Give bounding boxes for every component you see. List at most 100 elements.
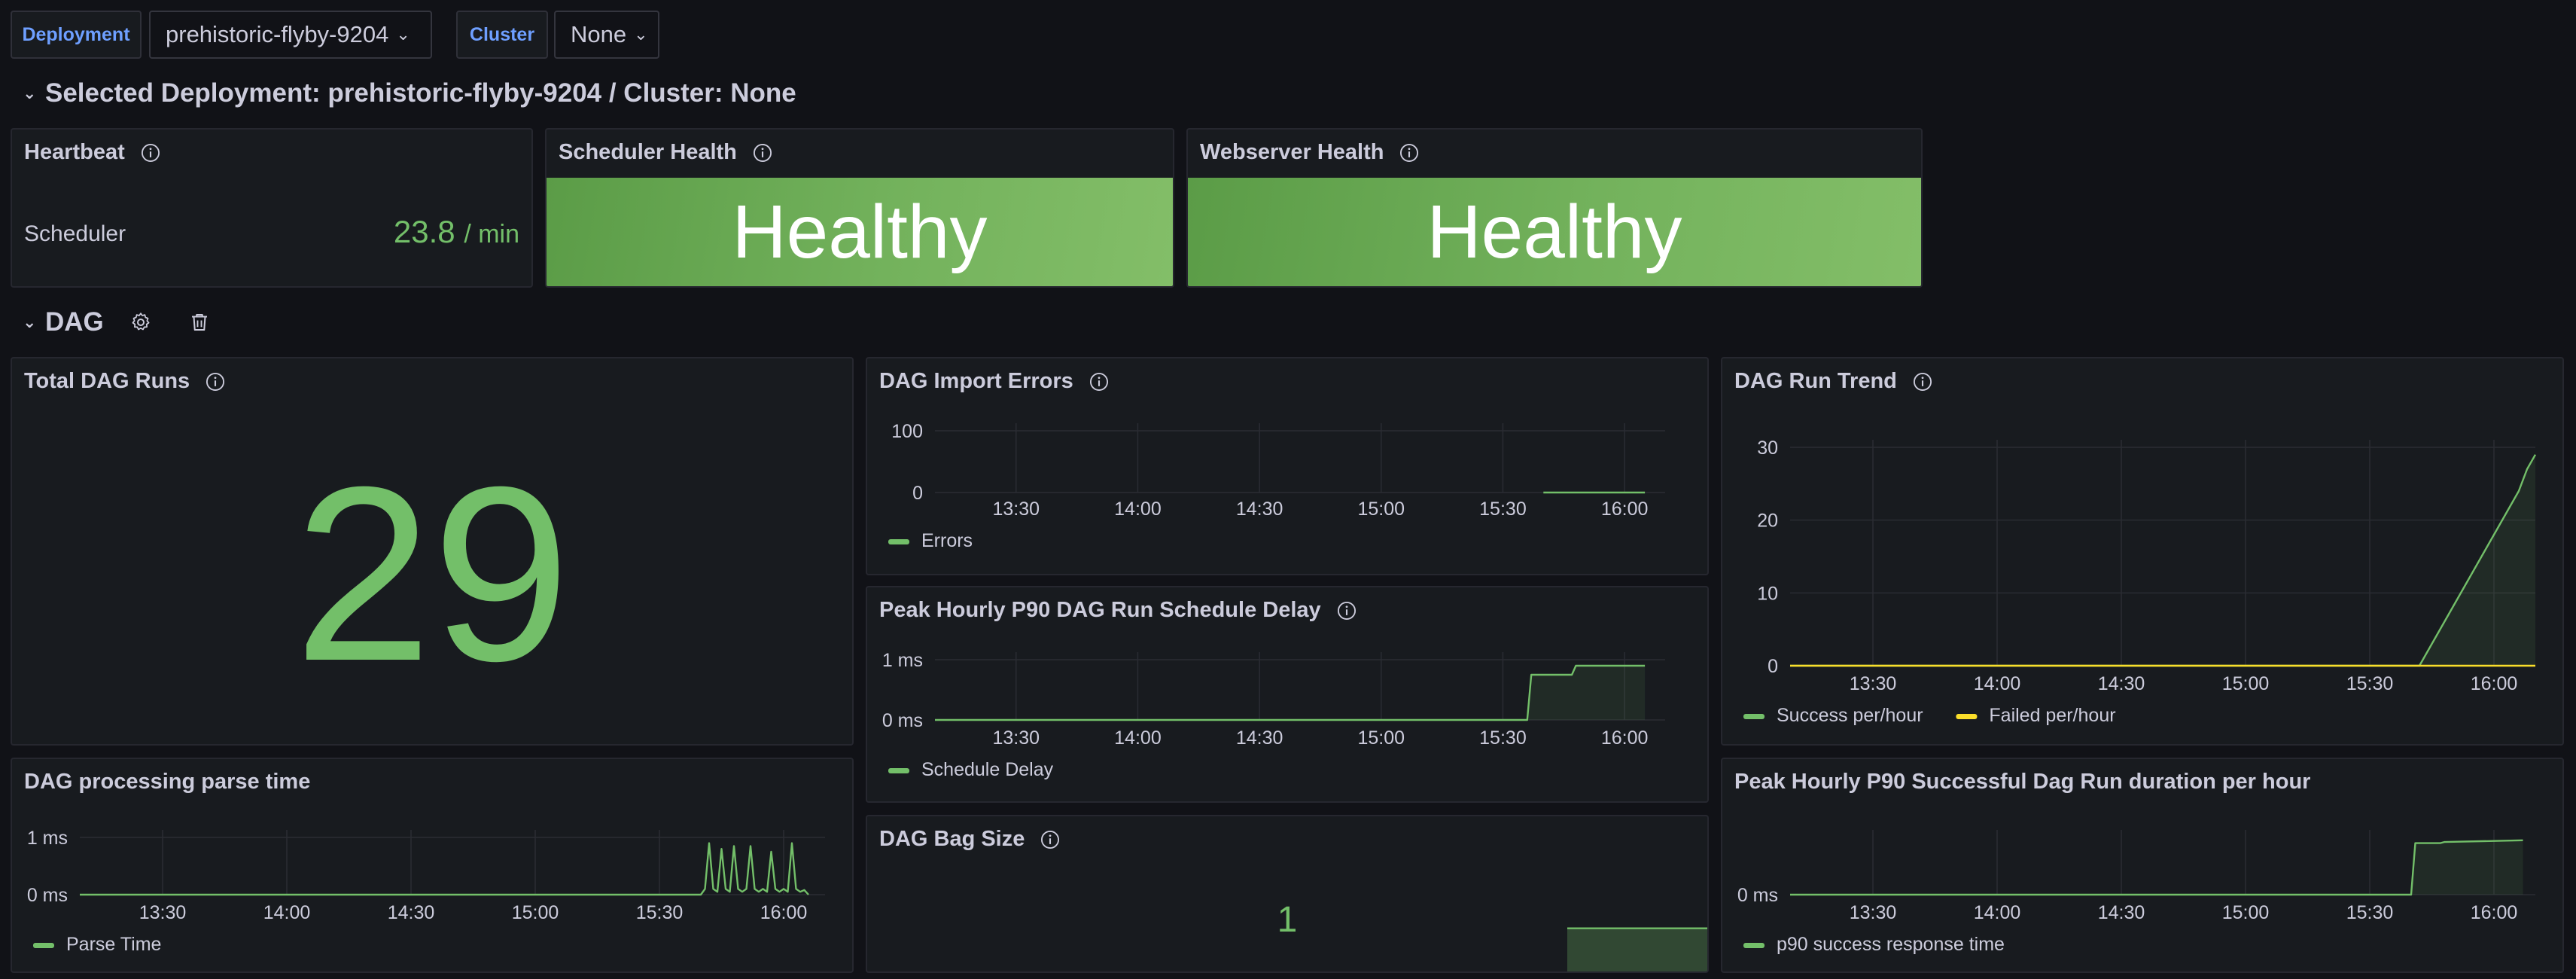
y-tick-label: 0 ms bbox=[1737, 885, 1778, 906]
legend-label: Errors bbox=[921, 530, 973, 551]
y-tick-label: 10 bbox=[1757, 583, 1778, 604]
panel-title: Total DAG Runs bbox=[24, 369, 190, 393]
deployment-variable-label: Deployment bbox=[11, 11, 142, 59]
x-tick-label: 13:30 bbox=[139, 902, 187, 923]
total-dag-runs-value: 29 bbox=[294, 435, 571, 712]
y-tick-label: 30 bbox=[1757, 438, 1778, 459]
chevron-down-icon: ⌄ bbox=[23, 84, 37, 102]
row-header-selected-deployment[interactable]: ⌄ Selected Deployment: prehistoric-flyby… bbox=[23, 75, 796, 111]
x-tick-label: 15:00 bbox=[1357, 727, 1405, 749]
info-icon[interactable] bbox=[752, 142, 773, 163]
legend-label: Failed per/hour bbox=[1989, 705, 2115, 726]
x-tick-label: 14:30 bbox=[1236, 499, 1283, 520]
heartbeat-label: Scheduler bbox=[24, 221, 126, 246]
panel-dag-import-errors[interactable]: DAG Import Errors 100 0 13:30 14:00 14:30 15:… bbox=[866, 357, 1709, 575]
y-tick-label: 0 bbox=[912, 483, 923, 504]
row-title: DAG bbox=[45, 307, 104, 337]
panel-scheduler-health[interactable]: Scheduler Health Healthy bbox=[545, 128, 1174, 288]
row-title: Selected Deployment: prehistoric-flyby-9… bbox=[45, 78, 796, 108]
parse-time-chart: 1 ms 0 ms 13:30 14:00 14:30 15:00 15:30 16:00 Pa… bbox=[27, 828, 825, 955]
schedule-delay-chart: 1 ms 0 ms 13:30 14:00 14:30 15:00 15:30 16:00 Sc… bbox=[882, 650, 1665, 780]
heartbeat-value: 23.8 / min bbox=[394, 214, 519, 250]
x-tick-label: 13:30 bbox=[1850, 673, 1897, 694]
dashboard: Deployment prehistoric-flyby-9204 ⌄ Clus… bbox=[0, 0, 2576, 979]
x-tick-label: 16:00 bbox=[1601, 499, 1649, 520]
run-trend-chart: 30 20 10 0 13:30 14:00 14:30 15:00 15:30 16:00 Suc… bbox=[1743, 438, 2537, 726]
scheduler-health-status: Healthy bbox=[547, 178, 1173, 286]
x-tick-label: 14:00 bbox=[1974, 673, 2021, 694]
chevron-down-icon: ⌄ bbox=[396, 25, 410, 44]
info-icon[interactable] bbox=[140, 142, 161, 163]
panel-heartbeat[interactable]: Heartbeat Scheduler 23.8 / min bbox=[11, 128, 533, 288]
cluster-variable-select[interactable]: None ⌄ bbox=[554, 11, 659, 59]
x-tick-label: 13:30 bbox=[992, 727, 1040, 749]
x-tick-label: 15:30 bbox=[1479, 499, 1527, 520]
panel-total-dag-runs[interactable]: Total DAG Runs 29 bbox=[11, 357, 854, 746]
x-tick-label: 16:00 bbox=[760, 902, 808, 923]
trash-icon[interactable] bbox=[188, 311, 211, 334]
series-area bbox=[935, 666, 1646, 720]
y-tick-label: 20 bbox=[1757, 511, 1778, 532]
x-tick-label: 14:30 bbox=[2098, 902, 2145, 923]
panel-title: Scheduler Health bbox=[559, 140, 737, 164]
panel-webserver-health[interactable]: Webserver Health Healthy bbox=[1186, 128, 1923, 288]
x-tick-label: 16:00 bbox=[2471, 673, 2518, 694]
x-tick-label: 15:00 bbox=[1357, 499, 1405, 520]
info-icon[interactable] bbox=[1399, 142, 1420, 163]
x-tick-label: 14:00 bbox=[263, 902, 311, 923]
row-header-dag[interactable]: ⌄ DAG bbox=[23, 304, 211, 340]
panel-title: Webserver Health bbox=[1200, 140, 1384, 164]
y-tick-label: 1 ms bbox=[27, 828, 68, 849]
series-line bbox=[80, 842, 809, 896]
x-tick-label: 14:00 bbox=[1114, 499, 1162, 520]
series-line bbox=[1790, 454, 2537, 667]
x-tick-label: 15:00 bbox=[512, 902, 559, 923]
legend-swatch bbox=[888, 768, 909, 773]
bag-size-sparkline bbox=[1567, 927, 1707, 971]
y-tick-label: 0 ms bbox=[882, 710, 923, 731]
legend-swatch bbox=[1743, 714, 1765, 719]
heartbeat-number: 23.8 bbox=[393, 214, 455, 249]
panel-parse-time[interactable]: DAG processing parse time 1 ms 0 ms 13:30 1… bbox=[11, 758, 854, 973]
series-area bbox=[1790, 454, 2535, 666]
y-tick-label: 100 bbox=[891, 421, 923, 442]
legend-swatch bbox=[1956, 714, 1978, 719]
y-tick-label: 0 bbox=[1768, 656, 1778, 677]
cluster-variable-value: None bbox=[571, 21, 627, 47]
panel-dag-run-trend[interactable]: DAG Run Trend 30 20 10 0 13:30 14:00 14:30 15:0… bbox=[1721, 357, 2564, 746]
y-tick-label: 0 ms bbox=[27, 885, 68, 906]
deployment-variable-select[interactable]: prehistoric-flyby-9204 ⌄ bbox=[149, 11, 432, 59]
x-tick-label: 16:00 bbox=[1601, 727, 1649, 749]
x-tick-label: 14:00 bbox=[1974, 902, 2021, 923]
legend-label: Success per/hour bbox=[1777, 705, 1923, 726]
chevron-down-icon: ⌄ bbox=[23, 313, 37, 331]
legend-label: p90 success response time bbox=[1777, 934, 2005, 955]
import-errors-chart: 100 0 13:30 14:00 14:30 15:00 15:30 16:00 Errors bbox=[888, 421, 1665, 551]
panel-schedule-delay[interactable]: Peak Hourly P90 DAG Run Schedule Delay 1… bbox=[866, 586, 1709, 803]
x-tick-label: 15:30 bbox=[1479, 727, 1527, 749]
legend-swatch bbox=[888, 539, 909, 544]
x-tick-label: 15:00 bbox=[2222, 902, 2270, 923]
legend-label: Schedule Delay bbox=[921, 759, 1054, 780]
panel-dag-bag-size[interactable]: DAG Bag Size 1 bbox=[866, 815, 1709, 973]
legend-label: Parse Time bbox=[66, 934, 161, 955]
y-tick-label: 1 ms bbox=[882, 650, 923, 671]
series-area bbox=[1567, 928, 1707, 971]
webserver-health-status: Healthy bbox=[1188, 178, 1921, 286]
x-tick-label: 13:30 bbox=[1850, 902, 1897, 923]
x-tick-label: 13:30 bbox=[992, 499, 1040, 520]
x-tick-label: 15:00 bbox=[2222, 673, 2270, 694]
x-tick-label: 14:00 bbox=[1114, 727, 1162, 749]
panel-success-duration[interactable]: Peak Hourly P90 Successful Dag Run durat… bbox=[1721, 758, 2564, 973]
x-tick-label: 14:30 bbox=[388, 902, 435, 923]
legend-swatch bbox=[1743, 943, 1765, 948]
deployment-variable-value: prehistoric-flyby-9204 bbox=[166, 21, 389, 47]
info-icon[interactable] bbox=[205, 371, 226, 392]
x-tick-label: 15:30 bbox=[2346, 673, 2394, 694]
chevron-down-icon: ⌄ bbox=[634, 25, 648, 44]
heartbeat-unit: / min bbox=[464, 220, 519, 249]
success-duration-chart: 0 ms 13:30 14:00 14:30 15:00 15:30 16:00 p90 su… bbox=[1737, 830, 2535, 955]
x-tick-label: 14:30 bbox=[2098, 673, 2145, 694]
gear-icon[interactable] bbox=[129, 311, 152, 334]
panel-title: Heartbeat bbox=[24, 140, 125, 164]
